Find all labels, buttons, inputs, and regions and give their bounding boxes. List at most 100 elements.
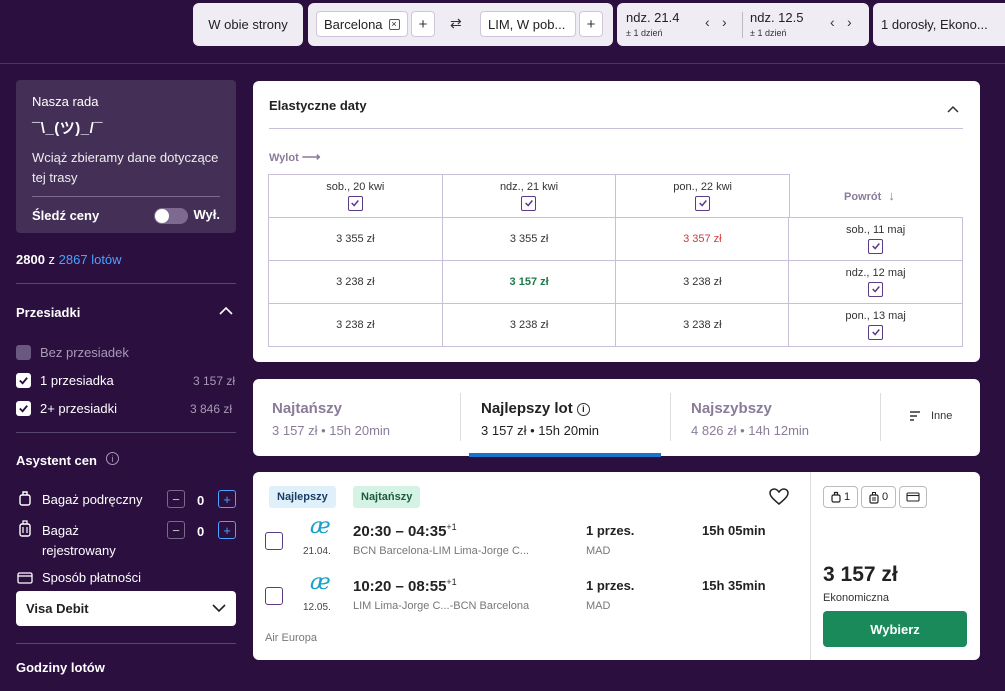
depart-col-checkbox[interactable] — [695, 195, 711, 211]
select-flight-button[interactable]: Wybierz — [823, 611, 967, 647]
check-icon — [698, 200, 707, 207]
depart-col-checkbox[interactable] — [347, 195, 363, 211]
depart-date[interactable]: ndz. 21.4 ± 1 dzień — [626, 10, 680, 38]
sort-other-button[interactable]: Inne — [909, 410, 952, 422]
cabin-class: Ekonomiczna — [823, 592, 890, 604]
return-date[interactable]: ndz. 12.5 ± 1 dzień — [750, 10, 804, 38]
stops-two-price: 3 846 zł — [190, 402, 233, 416]
passengers-button[interactable]: 1 dorosły, Ekono... — [873, 3, 1005, 46]
track-prices-toggle[interactable]: Wył. — [153, 207, 220, 224]
origin-field[interactable]: Barcelona × — [316, 11, 408, 37]
leg-time-text: 20:30 – 04:35 — [353, 523, 447, 540]
price-cell[interactable]: 3 157 zł — [441, 260, 617, 304]
payment-card-icon — [906, 492, 920, 502]
carry-on-decrement[interactable]: − — [167, 490, 185, 508]
price-cell[interactable]: 3 238 zł — [268, 260, 443, 304]
checked-bag-count: 0 — [197, 524, 205, 539]
return-row-checkbox[interactable] — [868, 281, 884, 297]
return-next-icon[interactable]: › — [847, 14, 852, 30]
price-cell[interactable]: 3 238 zł — [441, 303, 617, 347]
return-prev-icon[interactable]: ‹ — [830, 14, 835, 30]
add-destination-button[interactable]: + — [579, 11, 603, 37]
return-row-3[interactable]: pon., 13 maj — [788, 303, 963, 347]
price-cell[interactable]: 3 238 zł — [615, 303, 790, 347]
tab-fastest[interactable]: Najszybszy 4 826 zł • 14h 12min — [691, 400, 809, 438]
stops-nonstop-label: Bez przesiadek — [40, 345, 129, 360]
stops-two-checkbox[interactable] — [16, 401, 31, 416]
check-icon — [871, 329, 880, 336]
return-date-label: ndz., 12 maj — [845, 266, 906, 279]
info-icon[interactable]: i — [576, 402, 590, 416]
depart-prev-icon[interactable]: ‹ — [705, 14, 710, 30]
chevron-down-icon — [212, 604, 226, 613]
depart-col-1[interactable]: sob., 20 kwi — [268, 174, 443, 218]
leg-checkbox[interactable] — [265, 587, 283, 605]
return-date-value: ndz. 12.5 — [750, 10, 804, 25]
price-cell[interactable]: 3 357 zł — [615, 217, 790, 261]
carry-on-count-badge: 1 — [823, 486, 858, 508]
return-axis-label: Powrót ↓ — [844, 188, 895, 203]
info-icon[interactable]: i — [106, 452, 119, 465]
depart-axis-label: Wylot ⟶ — [269, 149, 320, 165]
checked-bag-increment[interactable]: + — [218, 521, 236, 539]
add-origin-button[interactable]: + — [411, 11, 435, 37]
leg-route: LIM Lima-Jorge C...-BCN Barcelona — [353, 600, 530, 612]
return-row-1[interactable]: sob., 11 maj — [788, 217, 963, 261]
stops-one-label: 1 przesiadka — [40, 373, 114, 388]
stops-nonstop-checkbox[interactable] — [16, 345, 31, 360]
return-row-checkbox[interactable] — [868, 238, 884, 254]
flight-price: 3 157 zł — [823, 563, 898, 586]
leg-via: MAD — [586, 545, 611, 557]
trip-type-button[interactable]: W obie strony — [193, 3, 303, 46]
flexible-dates-panel: Elastyczne daty Wylot ⟶ Powrót ↓ sob., 2… — [253, 81, 980, 362]
leg-day-plus: +1 — [446, 577, 457, 587]
tab-cheapest[interactable]: Najtańszy 3 157 zł • 15h 20min — [272, 400, 390, 438]
advice-shrug: ¯\_(ツ)_/¯ — [32, 120, 104, 137]
depart-col-checkbox[interactable] — [521, 195, 537, 211]
destination-value: LIM, W pob... — [488, 16, 566, 32]
return-row-2[interactable]: ndz., 12 maj — [788, 260, 963, 304]
check-icon — [525, 200, 533, 207]
swap-icon[interactable]: ⇄ — [450, 15, 462, 32]
check-icon — [351, 200, 360, 207]
price-cell[interactable]: 3 238 zł — [615, 260, 790, 304]
depart-next-icon[interactable]: › — [722, 14, 727, 30]
depart-col-2[interactable]: ndz., 21 kwi — [441, 174, 617, 218]
tab-fastest-sub: 4 826 zł • 14h 12min — [691, 423, 810, 438]
flexible-dates-title: Elastyczne daty — [269, 98, 367, 113]
checked-bag-decrement[interactable]: − — [167, 521, 185, 539]
collapse-stops-icon[interactable] — [219, 303, 233, 321]
collapse-flex-icon[interactable] — [947, 100, 959, 118]
leg-stops: 1 przes. — [586, 523, 635, 538]
tab-best[interactable]: Najlepszy lot i 3 157 zł • 15h 20min — [481, 400, 599, 438]
price-cell[interactable]: 3 355 zł — [441, 217, 617, 261]
stops-one-price: 3 157 zł — [193, 374, 236, 388]
toggle-switch[interactable] — [153, 207, 188, 224]
payment-method-select[interactable]: Visa Debit — [16, 591, 236, 626]
price-cell[interactable]: 3 355 zł — [268, 217, 443, 261]
results-shown: 2800 — [16, 252, 45, 267]
depart-col-3[interactable]: pon., 22 kwi — [615, 174, 790, 218]
heart-icon[interactable] — [769, 488, 789, 511]
advice-text: Wciąż zbieramy dane dotyczące tej trasy — [32, 150, 219, 185]
clear-origin-icon[interactable]: × — [388, 18, 400, 30]
price-cell[interactable]: 3 238 zł — [268, 303, 443, 347]
arrow-down-icon: ↓ — [888, 188, 895, 203]
depart-date-value: ndz. 21.4 — [626, 10, 680, 25]
destination-field[interactable]: LIM, W pob... — [480, 11, 576, 37]
airline-logo-icon: æ — [310, 570, 331, 595]
date-divider — [742, 12, 743, 38]
stops-one-checkbox[interactable] — [16, 373, 31, 388]
results-total-link[interactable]: 2867 lotów — [59, 252, 122, 267]
advice-divider — [32, 196, 220, 197]
header-divider — [0, 63, 1005, 64]
select-flight-label: Wybierz — [870, 621, 920, 637]
advice-card: Nasza rada ¯\_(ツ)_/¯ Wciąż zbieramy dane… — [16, 80, 236, 233]
flex-row: 3 355 zł 3 355 zł 3 357 zł sob., 11 maj — [268, 217, 963, 261]
return-row-checkbox[interactable] — [868, 324, 884, 340]
leg-checkbox[interactable] — [265, 532, 283, 550]
trip-type-label: W obie strony — [208, 17, 288, 32]
stops-two-label: 2+ przesiadki — [40, 401, 117, 416]
carry-on-increment[interactable]: + — [218, 490, 236, 508]
return-date-label: pon., 13 maj — [845, 309, 906, 322]
